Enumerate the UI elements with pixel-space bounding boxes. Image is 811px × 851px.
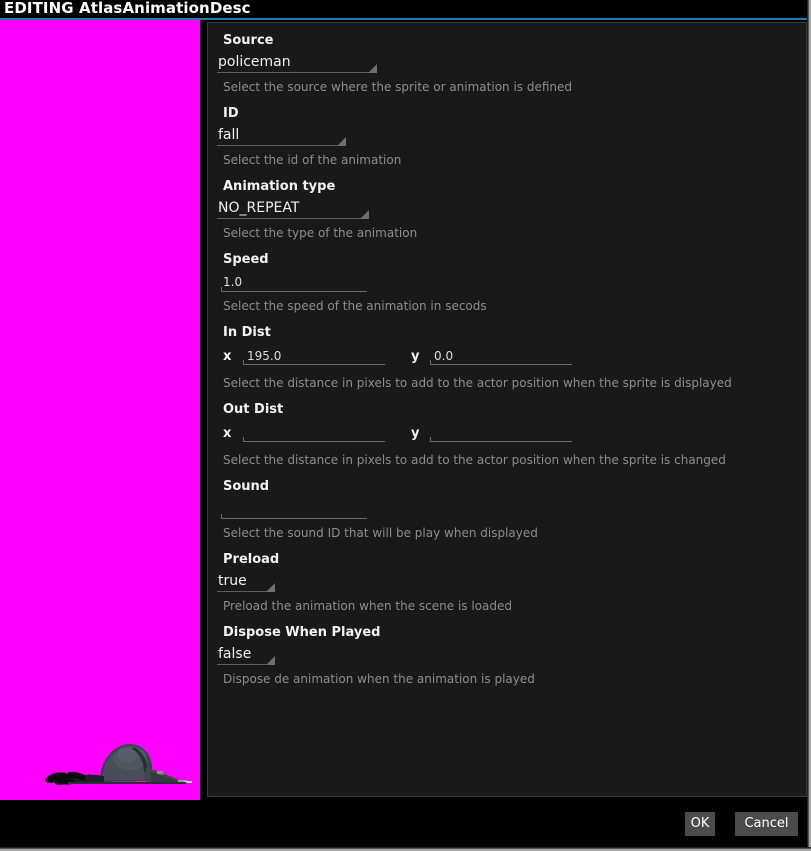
input-underline [221,291,367,292]
editor-window: EDITING AtlasAnimationDesc Source police… [0,0,811,851]
dialog-button-bar: OK Cancel [0,802,807,847]
y-axis-label: y [411,426,420,441]
select-underline [217,145,346,146]
form-field: Preload true Preload the animation when th… [208,542,806,615]
field-help-text: Select the sound ID that will be play wh… [223,526,538,540]
select-preload[interactable]: true [217,572,806,594]
select-dispose-when-played[interactable]: false [217,645,806,667]
chevron-down-icon[interactable] [337,137,346,146]
input-value: 1.0 [223,275,243,289]
field-help-text: Select the id of the animation [223,153,402,167]
select-underline [217,218,369,219]
x-axis-label: x [223,426,232,441]
chevron-down-icon[interactable] [368,64,377,73]
input-underline [430,364,572,365]
window-border-bottom [0,847,811,851]
field-label: Sound [223,479,270,494]
select-value: NO_REPEAT [218,200,300,216]
select-value: fall [218,127,240,143]
input-sound[interactable] [221,501,806,521]
form-field: Source policeman Select the source where t… [208,23,806,96]
input-in-dist-y[interactable]: 0.0 [430,347,572,367]
input-caret-tick [221,514,222,519]
field-label: Out Dist [223,402,284,417]
input-out-dist-x[interactable] [243,424,385,444]
select-animation-type[interactable]: NO_REPEAT [217,199,806,221]
field-label: In Dist [223,325,271,340]
select-underline [217,72,377,73]
field-label: ID [223,106,239,121]
input-value: 195.0 [247,349,282,363]
input-underline [243,364,385,365]
form-field: Sound Select the sound ID that will be pl… [208,469,806,542]
select-value: false [218,646,252,662]
cancel-button[interactable]: Cancel [735,812,798,836]
input-underline [221,518,367,519]
form-field: Animation type NO_REPEAT Select the type o… [208,169,806,242]
form-field-list: Source policeman Select the source where t… [208,23,806,688]
field-help-text: Select the source where the sprite or an… [223,80,573,94]
title-bar: EDITING AtlasAnimationDesc [0,0,811,18]
field-label: Speed [223,252,269,267]
input-speed[interactable]: 1.0 [221,274,806,294]
input-caret-tick [430,437,431,442]
input-underline [243,441,385,442]
field-help-text: Select the distance in pixels to add to … [223,376,732,390]
x-axis-label: x [223,349,232,364]
window-border-right [807,0,811,851]
form-field: Dispose When Played false Dispose de anima… [208,615,806,688]
sprite-preview-panel [0,20,200,800]
input-caret-tick [221,287,222,292]
field-label: Source [223,33,274,48]
field-help-text: Preload the animation when the scene is … [223,599,512,613]
ok-button[interactable]: OK [685,812,715,836]
form-field: Speed 1.0 Select the speed of the animatio… [208,242,806,315]
chevron-down-icon[interactable] [266,583,275,592]
field-label: Preload [223,552,280,567]
input-caret-tick [243,360,244,365]
input-out-dist-y[interactable] [430,424,572,444]
field-help-text: Select the type of the animation [223,226,418,240]
select-id[interactable]: fall [217,126,806,148]
field-label: Animation type [223,179,336,194]
select-value: policeman [218,54,291,70]
chevron-down-icon[interactable] [266,656,275,665]
field-help-text: Dispose de animation when the animation … [223,672,535,686]
form-field: In Dist x 195.0 y 0.0 Select the distance in … [208,315,806,392]
input-in-dist-x[interactable]: 195.0 [243,347,385,367]
window-title: EDITING AtlasAnimationDesc [4,0,251,17]
field-help-text: Select the distance in pixels to add to … [223,453,726,467]
xy-input-row: x 195.0 y 0.0 [208,347,806,371]
form-field: ID fall Select the id of the animation [208,96,806,169]
properties-form-panel: Source policeman Select the source where t… [207,22,807,797]
input-caret-tick [430,360,431,365]
input-caret-tick [243,437,244,442]
select-source[interactable]: policeman [217,53,806,75]
field-help-text: Select the speed of the animation in sec… [223,299,487,313]
xy-input-row: xy [208,424,806,448]
y-axis-label: y [411,349,420,364]
form-field: Out Dist x y Select the distance in pixels … [208,392,806,469]
chevron-down-icon[interactable] [360,210,369,219]
input-underline [430,441,572,442]
field-label: Dispose When Played [223,625,381,640]
sprite-image [38,734,198,792]
select-value: true [218,573,247,589]
input-value: 0.0 [434,349,454,363]
